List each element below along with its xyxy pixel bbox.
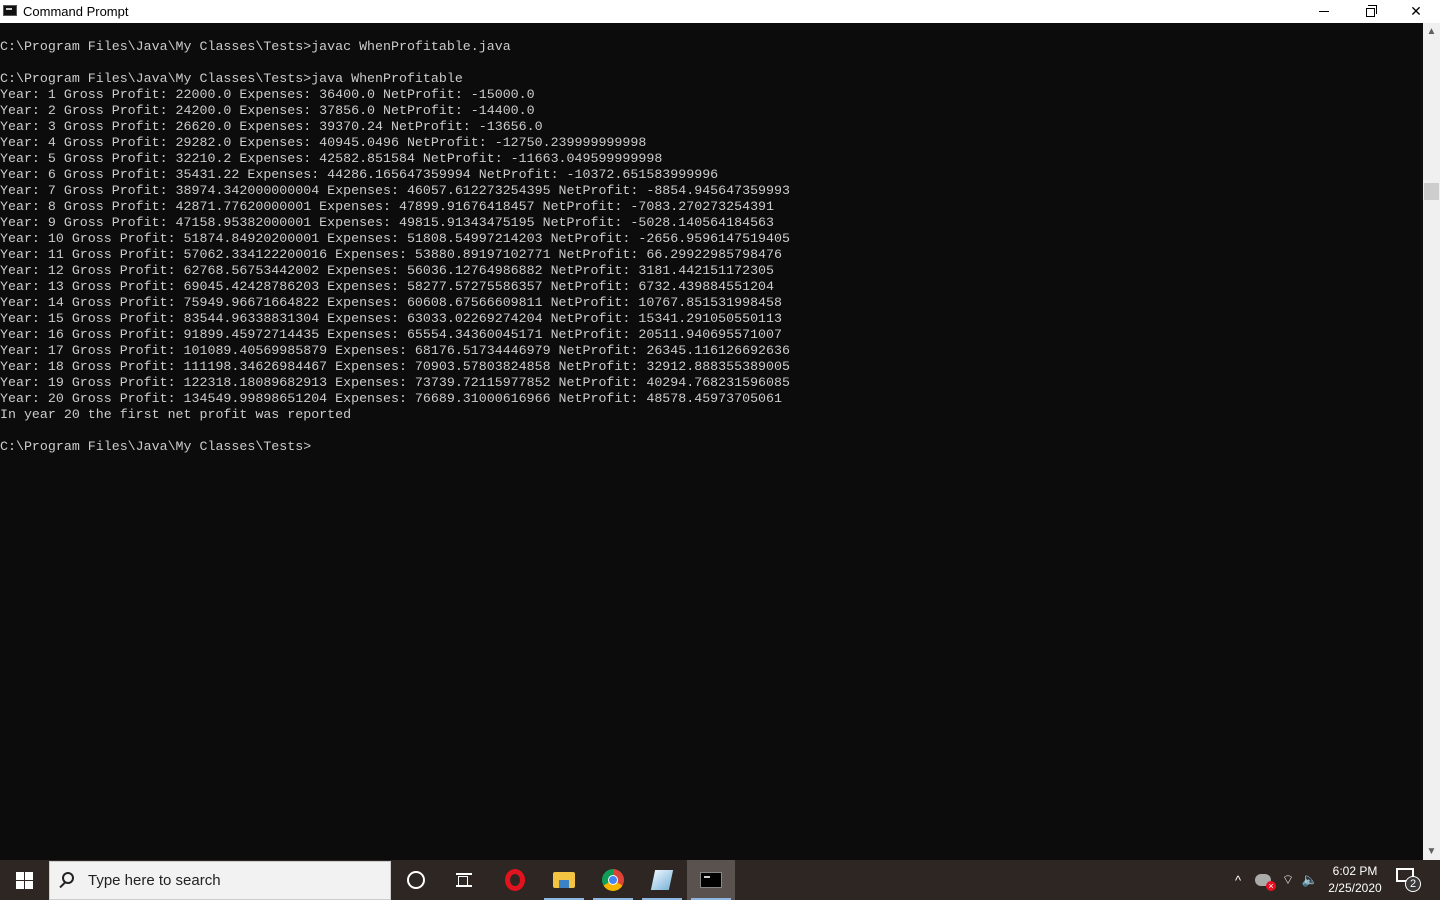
chevron-up-icon: ▲ [1426,26,1437,37]
command-prompt-icon [700,872,722,888]
show-hidden-icons-button[interactable]: ^ [1228,860,1248,900]
notepad-icon [650,870,674,890]
console-line: Year: 6 Gross Profit: 35431.22 Expenses:… [0,167,719,182]
search-icon [62,872,74,884]
restore-icon [1365,5,1377,17]
console-line: Year: 18 Gross Profit: 111198.3462698446… [0,359,790,374]
console-line: C:\Program Files\Java\My Classes\Tests>j… [0,71,463,86]
console-line: Year: 7 Gross Profit: 38974.342000000004… [0,183,790,198]
console-line: C:\Program Files\Java\My Classes\Tests>j… [0,39,511,54]
notification-count-badge: 2 [1405,876,1421,892]
minimize-button[interactable] [1301,0,1347,23]
console-line: Year: 1 Gross Profit: 22000.0 Expenses: … [0,87,535,102]
console-line: Year: 8 Gross Profit: 42871.77620000001 … [0,199,775,214]
clock-time: 6:02 PM [1332,864,1378,878]
speaker-icon: 🔈 [1301,872,1319,887]
search-placeholder: Type here to search [88,872,221,889]
windows-logo-icon [15,871,33,889]
console-output-area[interactable]: C:\Program Files\Java\My Classes\Tests>j… [0,23,1423,860]
cmd-app-icon [3,5,17,16]
onedrive-tray-button[interactable] [1253,860,1276,900]
start-button[interactable] [0,860,48,900]
console-line: Year: 4 Gross Profit: 29282.0 Expenses: … [0,135,647,150]
scroll-up-button[interactable]: ▲ [1423,23,1440,40]
console-line: Year: 13 Gross Profit: 69045.42428786203… [0,279,775,294]
taskbar-app-file-explorer[interactable] [540,860,588,900]
console-line: Year: 19 Gross Profit: 122318.1808968291… [0,375,790,390]
minimize-icon [1319,11,1329,12]
console-text: C:\Program Files\Java\My Classes\Tests>j… [0,39,790,455]
chevron-down-icon: ▼ [1426,846,1437,857]
opera-icon [505,869,525,891]
close-icon: ✕ [1410,3,1422,19]
console-line: Year: 12 Gross Profit: 62768.56753442002… [0,263,775,278]
volume-tray-button[interactable]: 🔈 [1300,860,1320,900]
chevron-up-icon: ^ [1234,872,1242,888]
folder-icon [553,872,575,888]
console-line: Year: 9 Gross Profit: 47158.95382000001 … [0,215,775,230]
console-line: In year 20 the first net profit was repo… [0,407,352,422]
taskbar: Type here to search ^ ⌔ 🔈 6:02 PM 2/25/2… [0,860,1440,900]
taskbar-app-command-prompt[interactable] [687,860,735,900]
cortana-icon [407,871,425,889]
console-line: Year: 16 Gross Profit: 91899.45972714435… [0,327,782,342]
console-line: Year: 3 Gross Profit: 26620.0 Expenses: … [0,119,543,134]
chrome-icon [602,869,624,891]
network-tray-button[interactable]: ⌔ [1278,860,1298,900]
console-line: Year: 20 Gross Profit: 134549.9989865120… [0,391,782,406]
onedrive-error-icon [1255,874,1276,891]
title-bar: Command Prompt ✕ [0,0,1440,23]
vertical-scrollbar[interactable]: ▲ ▼ [1423,23,1440,860]
action-center-button[interactable]: 2 [1396,868,1421,892]
console-line: C:\Program Files\Java\My Classes\Tests> [0,439,312,454]
taskbar-app-opera[interactable] [491,860,539,900]
console-line: Year: 10 Gross Profit: 51874.84920200001… [0,231,790,246]
console-line: Year: 17 Gross Profit: 101089.4056998587… [0,343,790,358]
scroll-thumb[interactable] [1424,183,1439,200]
console-line: Year: 15 Gross Profit: 83544.96338831304… [0,311,782,326]
clock-date: 2/25/2020 [1328,881,1382,895]
task-view-button[interactable] [440,860,488,900]
console-line: Year: 14 Gross Profit: 75949.96671664822… [0,295,782,310]
console-line: Year: 2 Gross Profit: 24200.0 Expenses: … [0,103,535,118]
console-line: Year: 11 Gross Profit: 57062.33412220001… [0,247,782,262]
taskbar-app-chrome[interactable] [589,860,637,900]
taskbar-clock[interactable]: 6:02 PM 2/25/2020 [1322,863,1388,897]
restore-button[interactable] [1347,0,1393,23]
close-button[interactable]: ✕ [1393,0,1439,23]
console-line: Year: 5 Gross Profit: 32210.2 Expenses: … [0,151,663,166]
window-title: Command Prompt [23,4,129,19]
task-view-icon [456,873,472,887]
wifi-icon: ⌔ [1281,872,1295,887]
taskbar-app-notepad[interactable] [638,860,686,900]
taskbar-search-box[interactable]: Type here to search [49,861,391,900]
cortana-button[interactable] [392,860,440,900]
scroll-down-button[interactable]: ▼ [1423,843,1440,860]
